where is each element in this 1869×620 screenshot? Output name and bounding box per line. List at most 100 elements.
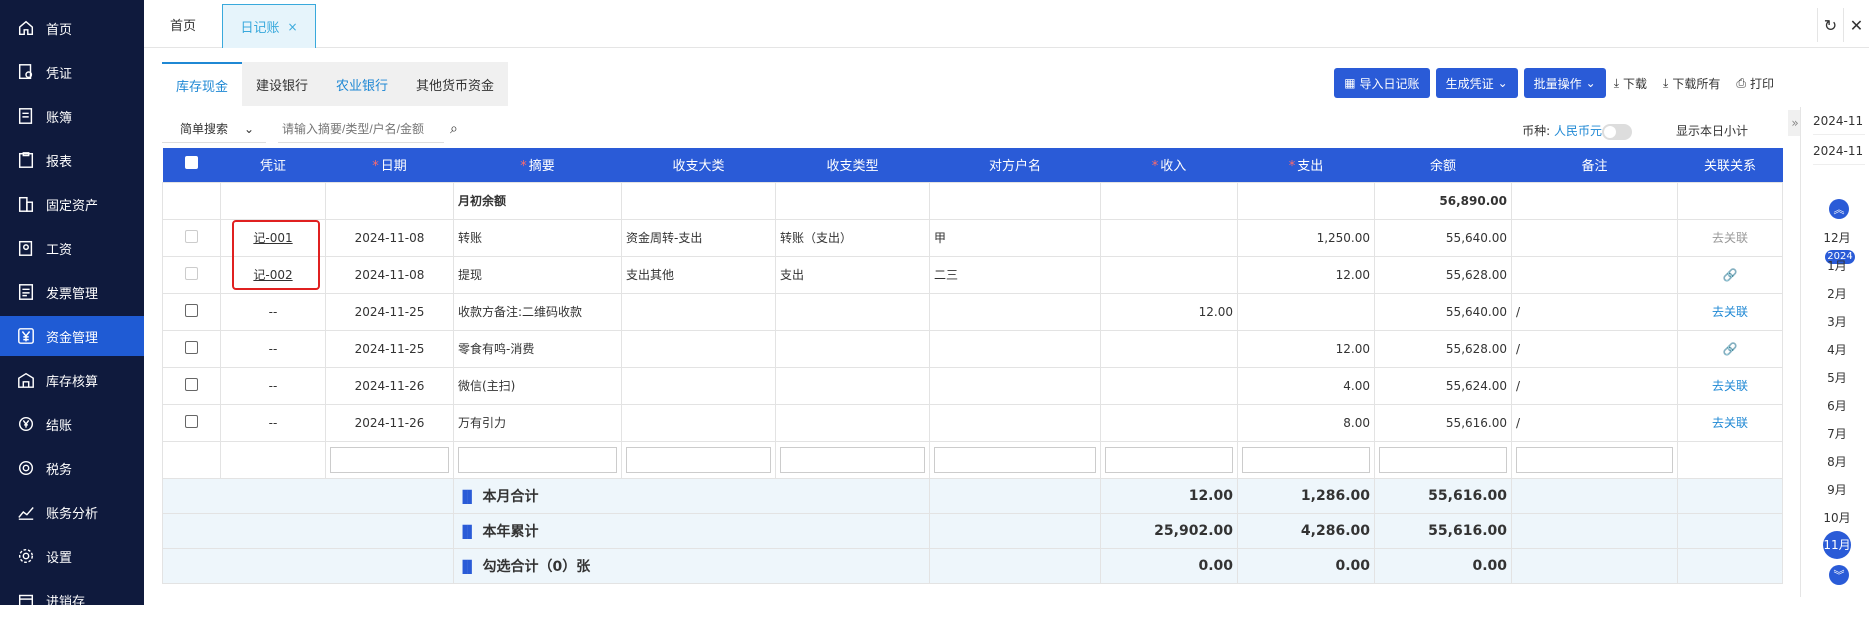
sidebar-item-voucher[interactable]: 凭证 bbox=[0, 52, 144, 92]
generate-voucher-label: 生成凭证 bbox=[1445, 76, 1494, 91]
search-icon[interactable]: ⌕ bbox=[450, 121, 458, 137]
close-icon[interactable]: × bbox=[287, 20, 297, 34]
month-item[interactable]: 1月 bbox=[1811, 257, 1863, 274]
sidebar-item-analysis[interactable]: 账务分析 bbox=[0, 492, 144, 532]
sidebar-item-salary[interactable]: 工资 bbox=[0, 228, 144, 268]
close-window-icon[interactable]: ✕ bbox=[1843, 8, 1869, 42]
salary-icon bbox=[16, 238, 36, 258]
sidebar-item-home[interactable]: 首页 bbox=[0, 8, 144, 48]
chevron-up-icon[interactable]: ︽ bbox=[1829, 199, 1849, 219]
chevron-down-icon: ⌄ bbox=[1585, 76, 1596, 90]
unlink-button[interactable]: 去关联 bbox=[1677, 292, 1783, 331]
row-checkbox[interactable] bbox=[185, 377, 198, 391]
tab-other-funds[interactable]: 其他货币资金 bbox=[402, 62, 508, 106]
period-end[interactable]: 2024-11 bbox=[1813, 137, 1865, 165]
select-all-checkbox[interactable] bbox=[163, 148, 221, 182]
table-row[interactable]: -- 2024-11-25 零食有鸣-消费 12.00 55,628.00 / … bbox=[162, 329, 1783, 368]
party-input[interactable] bbox=[934, 446, 1096, 473]
month-item[interactable]: 3月 bbox=[1811, 313, 1863, 330]
unlink-button[interactable]: 去关联 bbox=[1677, 218, 1783, 257]
category-cell: 资金周转-支出 bbox=[621, 218, 776, 257]
table-row[interactable]: -- 2024-11-25 收款方备注:二维码收款 12.00 55,640.0… bbox=[162, 292, 1783, 331]
building-icon bbox=[16, 194, 36, 214]
import-journal-button[interactable]: ▦ 导入日记账 bbox=[1334, 68, 1430, 98]
note-cell: / bbox=[1511, 366, 1678, 405]
income-input[interactable] bbox=[1105, 446, 1233, 473]
period-start[interactable]: 2024-11 bbox=[1813, 107, 1865, 135]
sidebar-item-stock[interactable]: 库存核算 bbox=[0, 360, 144, 400]
sidebar-item-report[interactable]: 报表 bbox=[0, 140, 144, 180]
sidebar-item-fund[interactable]: 资金管理 bbox=[0, 316, 144, 356]
category-input[interactable] bbox=[626, 446, 771, 473]
sidebar-item-settle[interactable]: 结账 bbox=[0, 404, 144, 444]
sidebar-item-fixed-assets[interactable]: 固定资产 bbox=[0, 184, 144, 224]
expense-input[interactable] bbox=[1242, 446, 1370, 473]
month-item[interactable]: 12月 bbox=[1811, 229, 1863, 246]
month-item[interactable]: 7月 bbox=[1811, 425, 1863, 442]
trend-icon bbox=[16, 502, 36, 522]
balance-input[interactable] bbox=[1379, 446, 1507, 473]
new-entry-row bbox=[162, 440, 1783, 479]
month-item[interactable]: 8月 bbox=[1811, 453, 1863, 470]
row-checkbox[interactable] bbox=[185, 266, 198, 280]
date-input[interactable] bbox=[330, 446, 449, 473]
search-input[interactable] bbox=[278, 115, 444, 143]
download-button[interactable]: ⤓ 下载 bbox=[1606, 68, 1655, 98]
summary-input[interactable] bbox=[458, 446, 617, 473]
col-note: 备注 bbox=[1581, 159, 1608, 175]
search-mode-select[interactable]: 简单搜索 ⌄ bbox=[162, 115, 266, 143]
month-item[interactable]: 2月 bbox=[1811, 285, 1863, 302]
col-party: 对方户名 bbox=[988, 159, 1041, 175]
col-balance: 余额 bbox=[1429, 159, 1456, 175]
sidebar-item-invoice[interactable]: 发票管理 bbox=[0, 272, 144, 312]
month-item-active[interactable]: 11月 bbox=[1811, 531, 1863, 559]
sidebar-item-tax[interactable]: 税务 bbox=[0, 448, 144, 488]
month-total-label: 本月合计 bbox=[482, 488, 539, 505]
unlink-button[interactable]: 去关联 bbox=[1677, 403, 1783, 442]
party-cell: 甲 bbox=[929, 218, 1101, 257]
table-row[interactable]: 记-002 2024-11-08 提现 支出其他 支出 二三 12.00 55,… bbox=[162, 255, 1783, 294]
tab-home[interactable]: 首页 bbox=[144, 0, 222, 48]
print-button[interactable]: ⎙ 打印 bbox=[1728, 68, 1782, 98]
tab-cash[interactable]: 库存现金 bbox=[162, 62, 243, 106]
link-icon[interactable]: 🔗 bbox=[1677, 255, 1783, 294]
table-row[interactable]: -- 2024-11-26 微信(主扫) 4.00 55,624.00 / 去关… bbox=[162, 366, 1783, 405]
note-input[interactable] bbox=[1516, 446, 1673, 473]
sidebar-item-inventory[interactable]: 进销存 bbox=[0, 580, 144, 620]
unlink-button[interactable]: 去关联 bbox=[1677, 366, 1783, 405]
printer-icon: ⎙ bbox=[1736, 75, 1746, 90]
batch-operation-button[interactable]: 批量操作 ⌄ bbox=[1523, 68, 1606, 98]
generate-voucher-button[interactable]: 生成凭证 ⌄ bbox=[1435, 68, 1518, 98]
income-cell: 12.00 bbox=[1100, 292, 1238, 331]
month-item[interactable]: 9月 bbox=[1811, 481, 1863, 498]
refresh-icon[interactable]: ↻ bbox=[1817, 8, 1843, 42]
sidebar-item-ledger[interactable]: 账簿 bbox=[0, 96, 144, 136]
table-row[interactable]: -- 2024-11-26 万有引力 8.00 55,616.00 / 去关联 bbox=[162, 403, 1783, 442]
row-checkbox[interactable] bbox=[185, 340, 198, 354]
row-checkbox[interactable] bbox=[185, 414, 198, 428]
type-cell bbox=[775, 292, 930, 331]
category-cell bbox=[621, 403, 776, 442]
table-row[interactable]: 记-001 2024-11-08 转账 资金周转-支出 转账（支出） 甲 1,2… bbox=[162, 218, 1783, 257]
income-cell bbox=[1100, 218, 1238, 257]
row-checkbox[interactable] bbox=[185, 229, 198, 243]
row-checkbox[interactable] bbox=[185, 303, 198, 317]
month-item[interactable]: 6月 bbox=[1811, 397, 1863, 414]
month-item[interactable]: 4月 bbox=[1811, 341, 1863, 358]
currency-value[interactable]: 人民币元 bbox=[1554, 124, 1602, 138]
link-icon[interactable]: 🔗 bbox=[1677, 329, 1783, 368]
chevron-down-icon[interactable]: ︾ bbox=[1829, 565, 1849, 585]
download-all-button[interactable]: ⤓ 下载所有 bbox=[1655, 68, 1728, 98]
sidebar-item-label: 凭证 bbox=[46, 66, 73, 82]
month-item[interactable]: 10月 bbox=[1811, 509, 1863, 526]
tab-abc[interactable]: 农业银行 bbox=[322, 62, 402, 106]
type-input[interactable] bbox=[780, 446, 925, 473]
month-item[interactable]: 5月 bbox=[1811, 369, 1863, 386]
sidebar-item-settings[interactable]: 设置 bbox=[0, 536, 144, 576]
tab-journal[interactable]: 日记账 × bbox=[222, 4, 316, 48]
tab-ccb[interactable]: 建设银行 bbox=[242, 62, 322, 106]
yen-icon bbox=[16, 326, 36, 346]
top-tab-bar: 首页 日记账 × ↻ ✕ bbox=[144, 0, 1869, 48]
note-cell: / bbox=[1511, 403, 1678, 442]
daily-subtotal-toggle[interactable] bbox=[1602, 124, 1632, 140]
